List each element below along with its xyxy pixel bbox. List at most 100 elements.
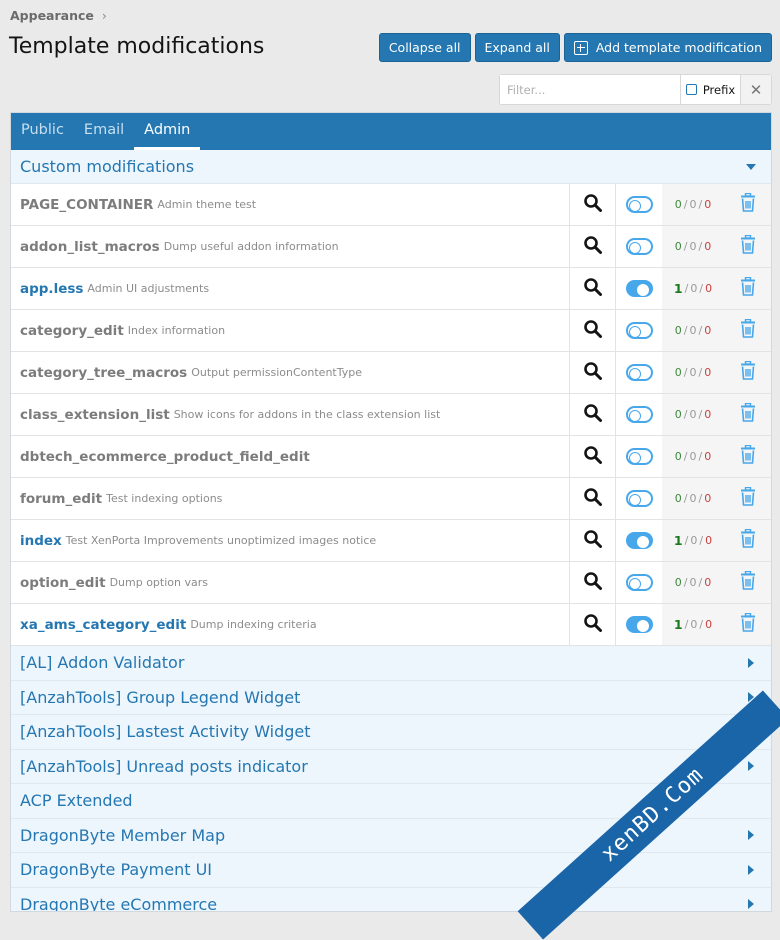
tab-public[interactable]: Public (11, 113, 74, 150)
delete-button[interactable] (724, 352, 771, 393)
toggle-switch[interactable] (625, 238, 653, 255)
search-button[interactable] (570, 478, 616, 519)
template-name[interactable]: xa_ams_category_edit (20, 617, 186, 633)
modification-title-cell[interactable]: PAGE_CONTAINER Admin theme test (11, 184, 570, 225)
template-name[interactable]: dbtech_ecommerce_product_field_edit (20, 449, 310, 465)
toggle-cell[interactable] (616, 478, 662, 519)
delete-button[interactable] (724, 268, 771, 309)
addon-group-header[interactable]: [AnzahTools] Lastest Activity Widget (11, 715, 771, 750)
delete-button[interactable] (724, 184, 771, 225)
addon-group-title: DragonByte eCommerce (20, 894, 218, 912)
clear-filter-icon[interactable]: ✕ (741, 75, 771, 104)
addon-group-header[interactable]: [AnzahTools] Unread posts indicator (11, 749, 771, 784)
toggle-switch[interactable] (625, 196, 653, 213)
addon-group-header[interactable]: DragonByte Payment UI (11, 853, 771, 888)
toggle-switch[interactable] (625, 616, 653, 633)
addon-group-header[interactable]: [AL] Addon Validator (11, 646, 771, 681)
modification-title-cell[interactable]: index Test XenPorta Improvements unoptimi… (11, 520, 570, 561)
toggle-cell[interactable] (616, 604, 662, 645)
section-header-custom[interactable]: Custom modifications (11, 150, 771, 184)
template-name[interactable]: option_edit (20, 575, 106, 591)
count-not-found: 0 (690, 534, 698, 547)
modification-title-cell[interactable]: forum_edit Test indexing options (11, 478, 570, 519)
search-button[interactable] (570, 184, 616, 225)
delete-button[interactable] (724, 520, 771, 561)
template-name[interactable]: forum_edit (20, 491, 102, 507)
modification-title-cell[interactable]: category_edit Index information (11, 310, 570, 351)
toggle-cell[interactable] (616, 310, 662, 351)
delete-button[interactable] (724, 604, 771, 645)
count-ok: 0 (674, 492, 682, 505)
toggle-switch[interactable] (625, 532, 653, 549)
search-button[interactable] (570, 562, 616, 603)
search-button[interactable] (570, 226, 616, 267)
modification-title-cell[interactable]: app.less Admin UI adjustments (11, 268, 570, 309)
modification-title-cell[interactable]: addon_list_macros Dump useful addon infor… (11, 226, 570, 267)
toggle-cell[interactable] (616, 184, 662, 225)
count-ok: 0 (674, 240, 682, 253)
toggle-cell[interactable] (616, 562, 662, 603)
delete-button[interactable] (724, 478, 771, 519)
toggle-cell[interactable] (616, 436, 662, 477)
toggle-switch[interactable] (625, 364, 653, 381)
count-separator: / (698, 240, 703, 253)
filter-input[interactable] (500, 75, 681, 104)
template-name[interactable]: addon_list_macros (20, 239, 160, 255)
template-name[interactable]: category_edit (20, 323, 124, 339)
delete-button[interactable] (724, 394, 771, 435)
search-button[interactable] (570, 310, 616, 351)
apply-counts: 0/0/0 (662, 436, 724, 477)
modification-title-cell[interactable]: class_extension_list Show icons for addon… (11, 394, 570, 435)
apply-counts: 0/0/0 (662, 394, 724, 435)
toggle-cell[interactable] (616, 352, 662, 393)
apply-counts: 0/0/0 (662, 478, 724, 519)
caret-right-icon (748, 761, 754, 772)
delete-button[interactable] (724, 226, 771, 267)
modification-title-cell[interactable]: category_tree_macros Output permissionCon… (11, 352, 570, 393)
delete-button[interactable] (724, 436, 771, 477)
search-button[interactable] (570, 604, 616, 645)
search-button[interactable] (570, 520, 616, 561)
search-button[interactable] (570, 352, 616, 393)
template-name[interactable]: app.less (20, 281, 83, 297)
table-row: category_tree_macros Output permissionCon… (11, 352, 771, 394)
page-title: Template modifications (9, 34, 265, 59)
addon-group-header[interactable]: [AnzahTools] Group Legend Widget (11, 680, 771, 715)
template-name[interactable]: index (20, 533, 62, 549)
collapse-all-button[interactable]: Collapse all (378, 33, 471, 62)
count-separator: / (698, 492, 703, 505)
template-name[interactable]: class_extension_list (20, 407, 170, 423)
search-button[interactable] (570, 394, 616, 435)
tab-admin[interactable]: Admin (134, 113, 201, 150)
toggle-cell[interactable] (616, 520, 662, 561)
action-buttons: Collapse all Expand all Add template mod… (378, 33, 772, 62)
modification-title-cell[interactable]: option_edit Dump option vars (11, 562, 570, 603)
trash-icon (740, 276, 756, 300)
toggle-switch[interactable] (625, 406, 653, 423)
modification-title-cell[interactable]: xa_ams_category_edit Dump indexing criter… (11, 604, 570, 645)
delete-button[interactable] (724, 562, 771, 603)
tab-email[interactable]: Email (74, 113, 134, 150)
search-button[interactable] (570, 268, 616, 309)
toggle-switch[interactable] (625, 490, 653, 507)
modification-title-cell[interactable]: dbtech_ecommerce_product_field_edit (11, 436, 570, 477)
delete-button[interactable] (724, 310, 771, 351)
expand-all-button[interactable]: Expand all (474, 33, 560, 62)
breadcrumb-appearance[interactable]: Appearance (10, 8, 94, 23)
addon-group-header[interactable]: DragonByte eCommerce (11, 887, 771, 912)
search-button[interactable] (570, 436, 616, 477)
breadcrumb[interactable]: Appearance › (10, 8, 107, 23)
prefix-checkbox[interactable] (685, 84, 697, 95)
toggle-switch[interactable] (625, 448, 653, 465)
template-name[interactable]: PAGE_CONTAINER (20, 197, 153, 213)
add-template-modification-button[interactable]: Add template modification (563, 33, 772, 62)
toggle-cell[interactable] (616, 394, 662, 435)
toggle-cell[interactable] (616, 268, 662, 309)
toggle-switch[interactable] (625, 574, 653, 591)
toggle-cell[interactable] (616, 226, 662, 267)
toggle-switch[interactable] (625, 280, 653, 297)
template-name[interactable]: category_tree_macros (20, 365, 187, 381)
table-row: PAGE_CONTAINER Admin theme test 0/0/0 (11, 184, 771, 226)
toggle-switch[interactable] (625, 322, 653, 339)
prefix-checkbox-container[interactable]: Prefix (681, 75, 741, 104)
